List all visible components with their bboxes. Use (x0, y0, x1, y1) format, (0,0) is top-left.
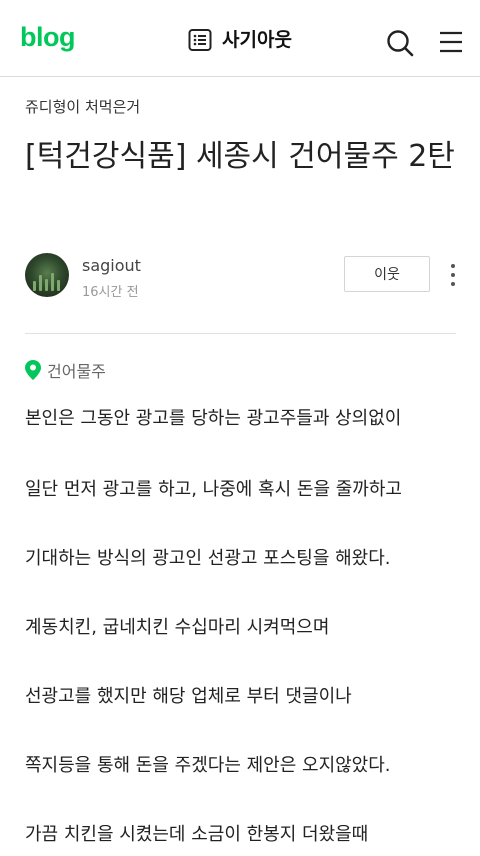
add-neighbor-button[interactable]: 이웃 (344, 256, 430, 292)
body-line: 일단 먼저 광고를 하고, 나중에 혹시 돈을 줄까하고 (25, 479, 402, 500)
post-title: [턱건강식품] 세종시 건어물주 2탄 (25, 139, 455, 174)
search-icon[interactable] (386, 29, 414, 57)
hamburger-menu-icon[interactable] (439, 30, 463, 54)
blog-title: 사기아웃 (222, 29, 292, 51)
posted-time: 16시간 전 (82, 285, 139, 300)
top-header: blog 사기아웃 (0, 0, 480, 77)
divider (25, 333, 456, 334)
location-label: 건어물주 (47, 362, 106, 381)
body-line: 기대하는 방식의 광고인 선광고 포스팅을 해왔다. (25, 548, 391, 569)
body-line: 본인은 그동안 광고를 당하는 광고주들과 상의없이 (25, 408, 402, 429)
author-name[interactable]: sagiout (82, 256, 141, 275)
blog-logo[interactable]: blog (20, 24, 75, 51)
more-options-icon[interactable] (447, 262, 459, 288)
list-icon (188, 29, 212, 51)
location-tag[interactable]: 건어물주 (25, 358, 106, 382)
body-line: 계동치킨, 굽네치킨 수십마리 시켜먹으며 (25, 617, 330, 638)
location-pin-icon (25, 360, 41, 380)
body-line: 가끔 치킨을 시켰는데 소금이 한봉지 더왔을때 (25, 824, 369, 845)
body-line: 선광고를 했지만 해당 업체로 부터 댓글이나 (25, 686, 352, 707)
blog-title-link[interactable]: 사기아웃 (188, 28, 292, 52)
author-avatar[interactable] (25, 253, 69, 297)
body-line: 쪽지등을 통해 돈을 주겠다는 제안은 오지않았다. (25, 755, 391, 776)
post-category-link[interactable]: 쥬디형이 처먹은거 (25, 96, 140, 117)
